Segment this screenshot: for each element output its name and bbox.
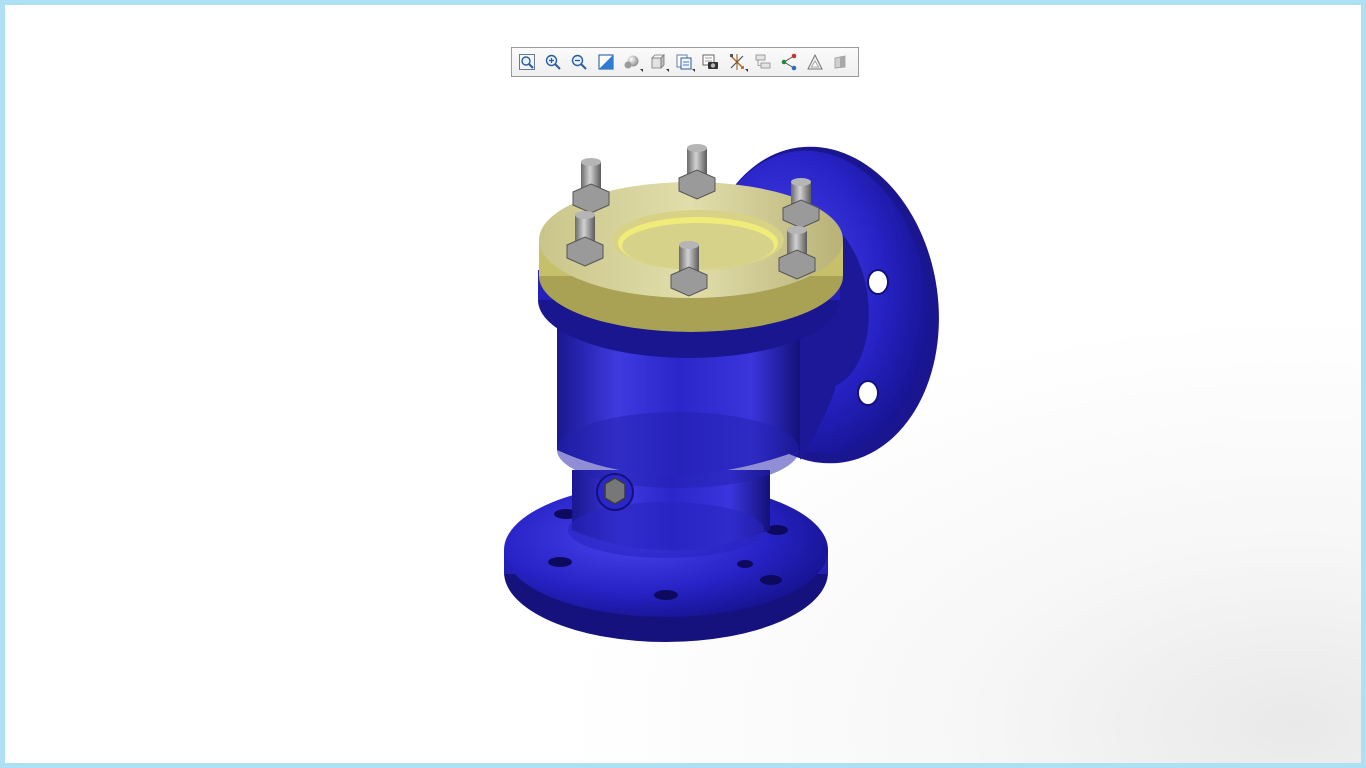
saved-views-button[interactable]: [673, 51, 696, 73]
zoom-window-button[interactable]: [595, 51, 617, 73]
camera-snapshot-icon: [702, 54, 719, 69]
explode-button[interactable]: [726, 51, 748, 73]
measure-button[interactable]: [804, 51, 826, 73]
viewer-toolbar: [511, 47, 859, 77]
submenu-arrow-icon: [692, 69, 696, 72]
display-style-button[interactable]: [621, 51, 643, 73]
zoom-fit-icon: [519, 54, 535, 70]
3d-viewport[interactable]: [5, 80, 1361, 763]
model-tree-button[interactable]: [752, 51, 774, 73]
shaded-style-icon: [624, 55, 639, 69]
section-button[interactable]: [830, 51, 852, 73]
bolt: [678, 144, 716, 200]
zoom-out-icon: [572, 54, 588, 70]
drain-plug: [596, 473, 634, 511]
view-orientation-button[interactable]: [647, 51, 669, 73]
view-cube-icon: [650, 54, 665, 69]
connection-nodes-icon: [781, 53, 797, 71]
explode-icon: [729, 54, 744, 70]
zoom-in-icon: [545, 54, 561, 70]
zoom-to-fit-button[interactable]: [516, 51, 538, 73]
zoom-in-button[interactable]: [542, 51, 564, 73]
bolt: [572, 158, 610, 214]
section-plane-icon: [834, 55, 846, 69]
valve-3d-model[interactable]: [5, 80, 1361, 763]
zoom-out-button[interactable]: [568, 51, 590, 73]
measure-triangle-icon: [807, 53, 823, 70]
submenu-arrow-icon: [744, 69, 748, 72]
saved-views-icon: [676, 54, 692, 70]
model-tree-icon: [755, 54, 771, 69]
zoom-window-icon: [597, 54, 614, 70]
snapshot-button[interactable]: [699, 51, 721, 73]
submenu-arrow-icon: [639, 69, 643, 72]
connections-button[interactable]: [778, 51, 800, 73]
submenu-arrow-icon: [665, 69, 669, 72]
